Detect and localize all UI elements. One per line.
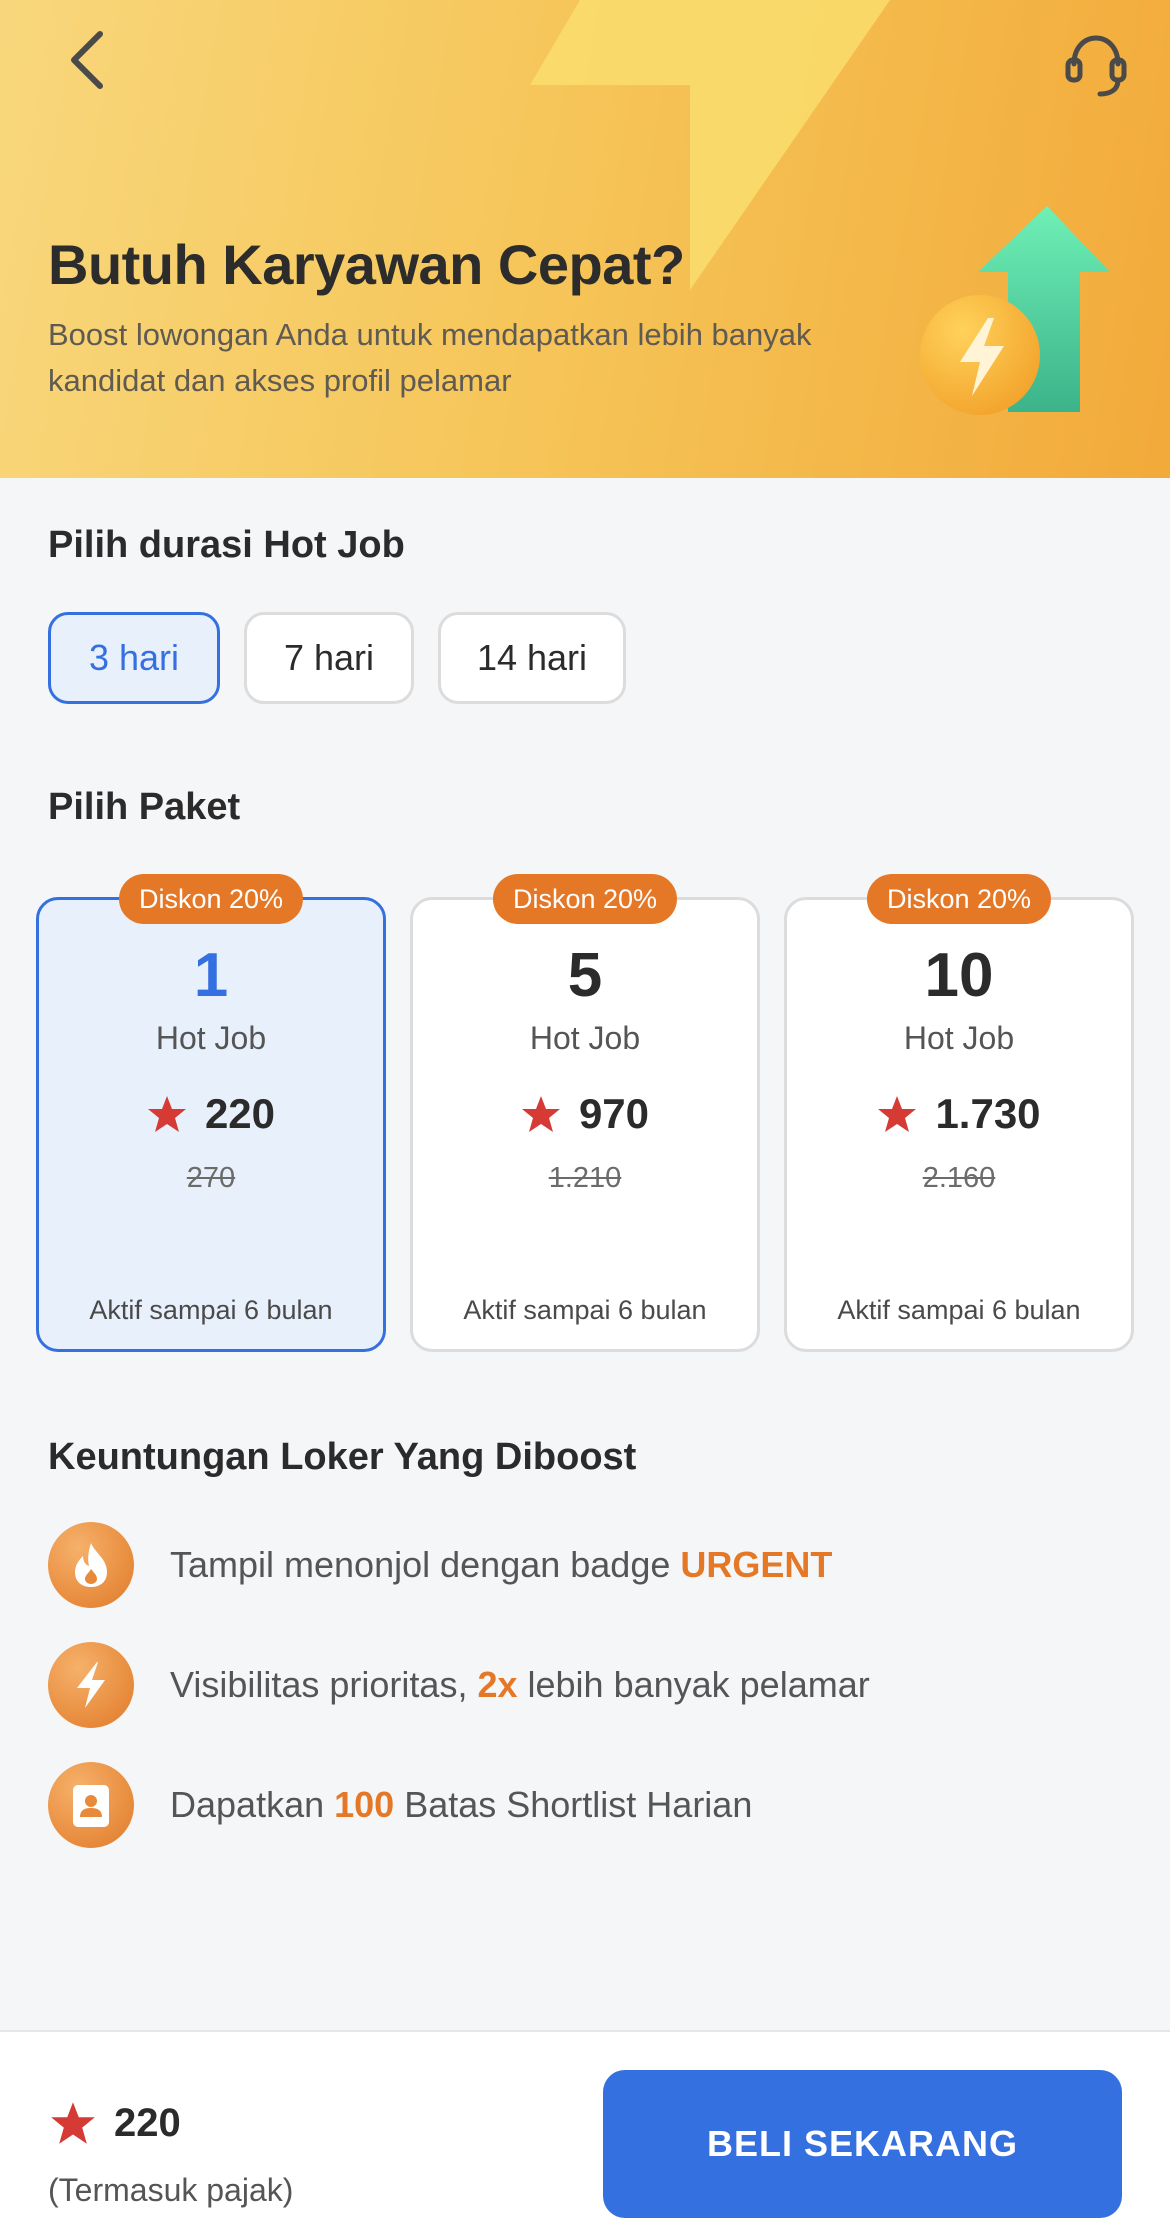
price-value: 220: [204, 1090, 276, 1137]
page-title: Butuh Karyawan Cepat?: [48, 233, 685, 296]
hero-banner: Butuh Karyawan Cepat? Boost lowongan And…: [0, 0, 1170, 478]
package-unit: Hot Job: [529, 1020, 641, 1056]
package-unit: Hot Job: [155, 1020, 267, 1056]
validity-text: Aktif sampai 6 bulan: [89, 1295, 333, 1325]
duration-options: 3 hari 7 hari 14 hari: [48, 612, 626, 704]
validity-text: Aktif sampai 6 bulan: [463, 1295, 707, 1325]
discount-badge: Diskon 20%: [492, 874, 678, 924]
package-card-10[interactable]: Diskon 20% 10 Hot Job 1.730 2.160 Aktif …: [784, 874, 1134, 1352]
original-price: 1.210: [548, 1162, 622, 1194]
discount-badge: Diskon 20%: [118, 874, 304, 924]
package-count: 1: [193, 941, 229, 1010]
package-price: 220: [39, 1090, 383, 1138]
original-price: 270: [186, 1162, 236, 1194]
star-icon: [878, 1096, 917, 1132]
benefit-text: Visibilitas prioritas, 2x lebih banyak p…: [170, 1664, 870, 1705]
package-card-1[interactable]: Diskon 20% 1 Hot Job 220 270 Aktif sampa…: [36, 874, 386, 1352]
chevron-left-icon: [71, 31, 103, 89]
back-button[interactable]: [56, 24, 116, 96]
star-icon: [51, 2102, 95, 2144]
headset-icon: [1065, 35, 1127, 97]
package-count: 5: [567, 941, 603, 1010]
original-price: 2.160: [922, 1162, 996, 1194]
validity-text: Aktif sampai 6 bulan: [837, 1295, 1081, 1325]
checkout-bar: 220 (Termasuk pajak) BELI SEKARANG: [0, 2030, 1170, 2239]
benefit-item-visibility: Visibilitas prioritas, 2x lebih banyak p…: [48, 1642, 870, 1728]
package-unit: Hot Job: [903, 1020, 1015, 1056]
duration-section-title: Pilih durasi Hot Job: [48, 524, 405, 566]
benefit-item-urgent: Tampil menonjol dengan badge URGENT: [48, 1522, 832, 1608]
star-icon: [147, 1096, 186, 1132]
star-icon: [521, 1096, 560, 1132]
duration-option-7-days[interactable]: 7 hari: [244, 612, 414, 704]
boost-arrow-illustration: [920, 206, 1110, 415]
price-value: 1.730: [935, 1090, 1041, 1137]
package-options: Diskon 20% 1 Hot Job 220 270 Aktif sampa…: [36, 874, 1134, 1352]
support-button[interactable]: [1056, 24, 1136, 104]
tax-note: (Termasuk pajak): [48, 2172, 294, 2208]
page-subtitle: Boost lowongan Anda untuk mendapatkan le…: [48, 317, 812, 398]
lightning-icon: [48, 1642, 134, 1728]
package-price: 1.730: [787, 1090, 1131, 1138]
package-count: 10: [924, 941, 994, 1010]
total-price: 220: [50, 2100, 181, 2146]
benefit-item-shortlist: Dapatkan 100 Batas Shortlist Harian: [48, 1762, 752, 1848]
discount-badge: Diskon 20%: [866, 874, 1052, 924]
duration-option-3-days[interactable]: 3 hari: [48, 612, 220, 704]
price-value: 970: [578, 1090, 650, 1137]
total-price-value: 220: [114, 2100, 181, 2145]
package-price: 970: [413, 1090, 757, 1138]
flame-icon: [48, 1522, 134, 1608]
package-card-5[interactable]: Diskon 20% 5 Hot Job 970 1.210 Aktif sam…: [410, 874, 760, 1352]
package-section-title: Pilih Paket: [48, 786, 241, 828]
benefit-text: Tampil menonjol dengan badge URGENT: [170, 1544, 833, 1585]
profile-card-icon: [48, 1762, 134, 1848]
duration-option-14-days[interactable]: 14 hari: [438, 612, 626, 704]
benefits-section-title: Keuntungan Loker Yang Diboost: [48, 1436, 637, 1478]
buy-now-button[interactable]: BELI SEKARANG: [603, 2070, 1122, 2218]
benefit-text: Dapatkan 100 Batas Shortlist Harian: [170, 1784, 753, 1825]
